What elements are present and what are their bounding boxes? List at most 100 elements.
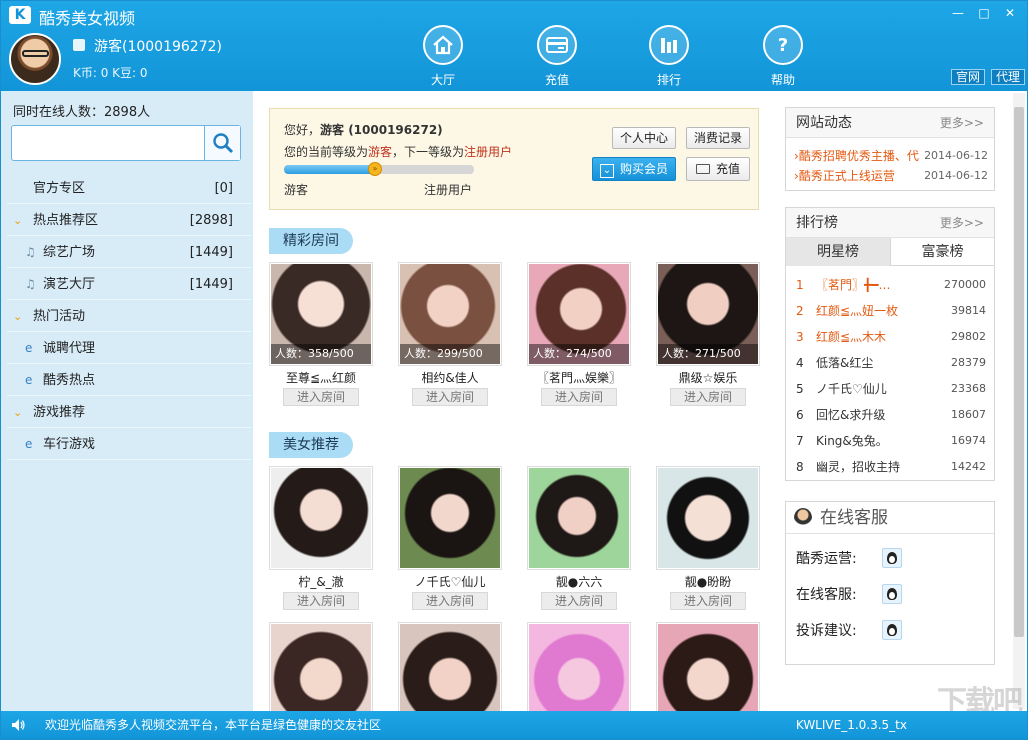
beauty-rooms-title: 美女推荐 xyxy=(269,432,353,458)
sidebar-item-recruit[interactable]: e 诚聘代理 xyxy=(7,333,251,364)
rank-row[interactable]: 4 低落&红尘 28379 xyxy=(794,350,986,376)
ie-icon: e xyxy=(25,341,33,355)
rank-row[interactable]: 6 回忆&求升级 18607 xyxy=(794,402,986,428)
music-note-icon: ♫ xyxy=(25,277,36,291)
enter-room-button[interactable]: 进入房间 xyxy=(283,388,359,406)
room-name: 〖茗門灬娱樂〗 xyxy=(536,371,621,385)
spending-records-button[interactable]: 消费记录 xyxy=(686,127,750,149)
nav-hall-button[interactable]: 大厅 xyxy=(413,25,473,88)
rank-row[interactable]: 3 红颜≦灬木木 29802 xyxy=(794,324,986,350)
room-viewer-count: 人数：271/500 xyxy=(658,344,758,364)
scrollbar-thumb[interactable] xyxy=(1014,107,1024,637)
search-button[interactable] xyxy=(204,126,240,160)
minimize-icon[interactable]: — xyxy=(949,5,967,21)
nav-recharge-button[interactable]: 充值 xyxy=(527,25,587,88)
username: 游客(1000196272) xyxy=(94,39,222,55)
nav-rank-button[interactable]: 排行 xyxy=(639,25,699,88)
user-icon xyxy=(73,39,85,51)
right-panel: 网站动态 更多>> ›酷秀招聘优秀主播、代 2014-06-12 ›酷秀正式上线运营… xyxy=(773,91,1027,711)
room-card[interactable]: ノ千氏♡仙儿 进入房间 xyxy=(398,466,502,610)
room-photo[interactable] xyxy=(269,466,373,570)
rank-box: 排行榜 更多>> 明星榜 富豪榜 1 〖茗門〗╋━… 270000 2 红颜≦灬妞一枚 3… xyxy=(785,207,995,481)
search-input[interactable] xyxy=(11,125,241,161)
customer-service-box: 在线客服 酷秀运营: 在线客服: 投诉建议: xyxy=(785,501,995,665)
avatar[interactable] xyxy=(9,33,61,85)
enter-room-button[interactable]: 进入房间 xyxy=(541,388,617,406)
sidebar-item-label: 车行游戏 xyxy=(43,437,96,452)
sidebar-group-hot[interactable]: ⌄ 热点推荐区 [2898] xyxy=(7,205,251,236)
room-name: 鼎级☆娱乐 xyxy=(678,371,738,385)
tab-rich-rank[interactable]: 富豪榜 xyxy=(890,238,994,266)
enter-room-button[interactable]: 进入房间 xyxy=(412,388,488,406)
qq-chat-icon[interactable] xyxy=(882,548,902,568)
rank-more-link[interactable]: 更多>> xyxy=(940,208,984,238)
rank-row[interactable]: 1 〖茗門〗╋━… 270000 xyxy=(794,272,986,298)
room-card[interactable]: 人数：358/500 至尊≦灬红颜 进入房间 xyxy=(269,262,373,406)
vertical-scrollbar[interactable] xyxy=(1013,93,1025,709)
service-header: 在线客服 xyxy=(786,502,994,534)
volume-icon[interactable] xyxy=(11,718,25,732)
buy-membership-button[interactable]: ⌄ 购买会员 xyxy=(592,157,676,181)
nav-help-button[interactable]: ? 帮助 xyxy=(753,25,813,88)
room-card[interactable]: 人数：274/500 〖茗門灬娱樂〗 进入房间 xyxy=(527,262,631,406)
sidebar-group-events[interactable]: ⌄ 热门活动 xyxy=(7,301,251,332)
room-card[interactable]: 靓●六六 进入房间 xyxy=(527,466,631,610)
news-item-text: ›酷秀招聘优秀主播、代 xyxy=(794,149,919,163)
enter-room-button[interactable]: 进入房间 xyxy=(412,592,488,610)
recharge-label: 充值 xyxy=(715,162,740,176)
agent-link[interactable]: 代理 xyxy=(991,69,1026,85)
maximize-icon[interactable]: □ xyxy=(975,5,993,21)
enter-room-button[interactable]: 进入房间 xyxy=(670,592,746,610)
rank-row[interactable]: 2 红颜≦灬妞一枚 39814 xyxy=(794,298,986,324)
qq-chat-icon[interactable] xyxy=(882,620,902,640)
chevron-down-icon: ⌄ xyxy=(13,214,23,227)
news-item[interactable]: ›酷秀招聘优秀主播、代 2014-06-12 xyxy=(794,146,988,166)
service-row-ops: 酷秀运营: xyxy=(796,548,902,570)
coin-balance: K币: 0 K豆: 0 xyxy=(73,66,148,80)
rank-row[interactable]: 8 幽灵，招收主持 14242 xyxy=(794,454,986,480)
news-item-text: ›酷秀正式上线运营 xyxy=(794,169,895,183)
rank-row[interactable]: 5 ノ千氏♡仙儿 23368 xyxy=(794,376,986,402)
sidebar-item-label: 诚聘代理 xyxy=(43,341,96,356)
room-photo[interactable]: 人数：271/500 xyxy=(656,262,760,366)
sidebar-group-games[interactable]: ⌄ 游戏推荐 xyxy=(7,397,251,428)
sidebar-item-official[interactable]: 官方专区 [0] xyxy=(7,173,251,204)
enter-room-button[interactable]: 进入房间 xyxy=(670,388,746,406)
enter-room-button[interactable]: 进入房间 xyxy=(283,592,359,610)
sidebar-item-car-game[interactable]: e 车行游戏 xyxy=(7,429,251,460)
rank-row[interactable]: 7 King&兔兔。 16974 xyxy=(794,428,986,454)
nav-label: 排行 xyxy=(656,73,681,87)
close-icon[interactable]: ✕ xyxy=(1001,5,1019,21)
room-photo[interactable]: 人数：299/500 xyxy=(398,262,502,366)
room-card[interactable]: 人数：271/500 鼎级☆娱乐 进入房间 xyxy=(656,262,760,406)
sidebar-item-variety[interactable]: ♫ 综艺广场 [1449] xyxy=(7,237,251,268)
sidebar-item-count: [1449] xyxy=(189,245,233,260)
room-card[interactable]: 靓●盼盼 进入房间 xyxy=(656,466,760,610)
recharge-button[interactable]: 充值 xyxy=(686,157,750,181)
bars-icon xyxy=(649,25,689,65)
personal-center-button[interactable]: 个人中心 xyxy=(612,127,676,149)
sidebar-item-hotspot[interactable]: e 酷秀热点 xyxy=(7,365,251,396)
room-photo[interactable] xyxy=(398,466,502,570)
room-name: ノ千氏♡仙儿 xyxy=(414,575,486,589)
card-icon xyxy=(537,25,577,65)
room-photo[interactable] xyxy=(527,466,631,570)
room-photo[interactable] xyxy=(656,466,760,570)
official-site-link[interactable]: 官网 xyxy=(951,69,986,85)
news-more-link[interactable]: 更多>> xyxy=(940,108,984,138)
room-photo[interactable]: 人数：274/500 xyxy=(527,262,631,366)
room-photo[interactable]: 人数：358/500 xyxy=(269,262,373,366)
room-card[interactable]: 人数：299/500 相约&佳人 进入房间 xyxy=(398,262,502,406)
qq-chat-icon[interactable] xyxy=(882,584,902,604)
buy-label: 购买会员 xyxy=(619,162,668,176)
nav-label: 帮助 xyxy=(770,73,795,87)
chevron-down-icon: ⌄ xyxy=(13,310,23,323)
room-viewer-count: 人数：358/500 xyxy=(271,344,371,364)
music-note-icon: ♫ xyxy=(25,245,36,259)
news-item[interactable]: ›酷秀正式上线运营 2014-06-12 xyxy=(794,166,988,186)
room-card[interactable]: 柠_&_澈 进入房间 xyxy=(269,466,373,610)
tab-star-rank[interactable]: 明星榜 xyxy=(786,238,890,266)
help-icon: ? xyxy=(763,25,803,65)
enter-room-button[interactable]: 进入房间 xyxy=(541,592,617,610)
sidebar-item-performance[interactable]: ♫ 演艺大厅 [1449] xyxy=(7,269,251,300)
